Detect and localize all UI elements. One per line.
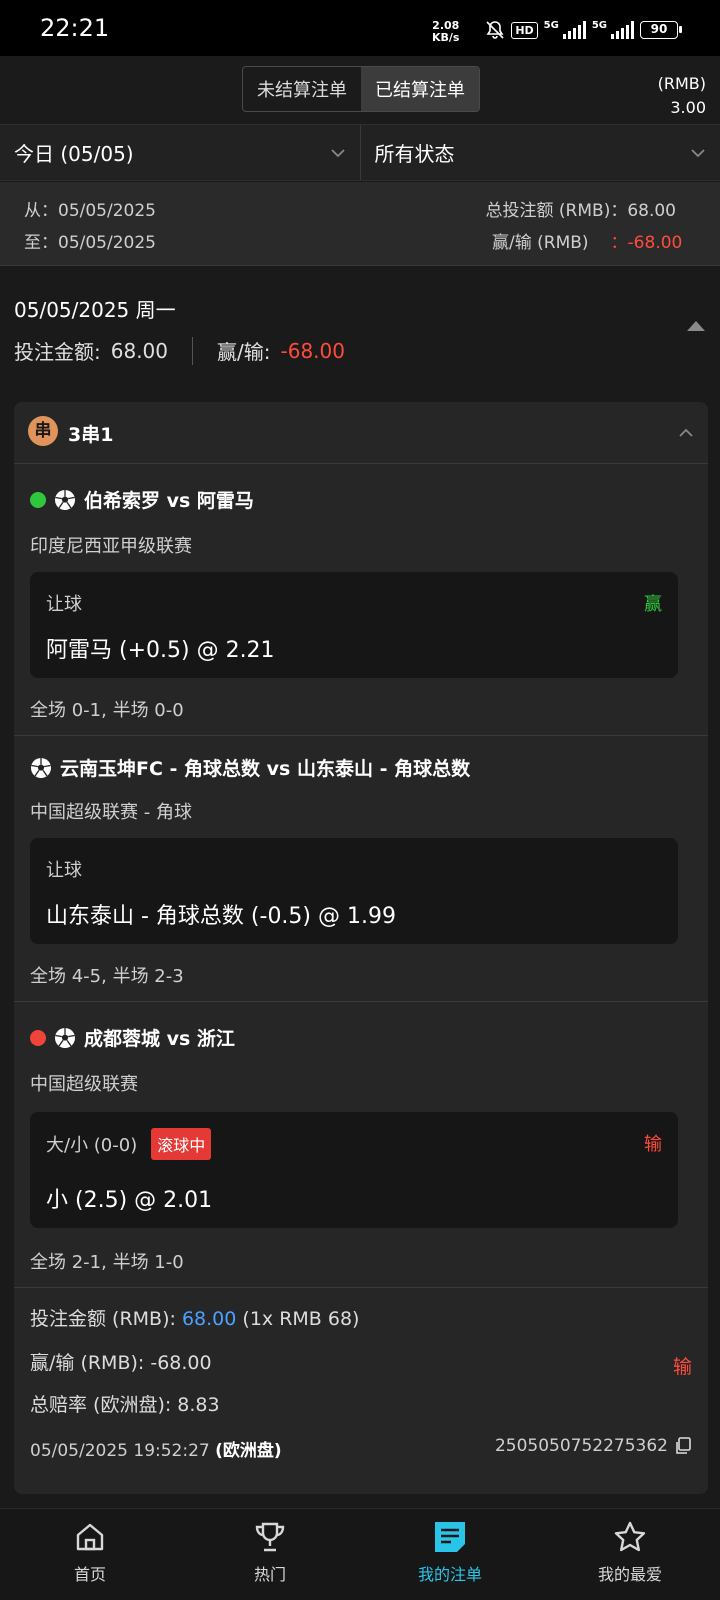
- balance-amount: 3.00: [670, 98, 706, 117]
- selection: 小 (2.5) @ 2.01: [46, 1188, 213, 1213]
- total-winloss: 赢/输 (RMB) ：-68.00: [492, 233, 683, 253]
- match-score: 全场 0-1, 半场 0-0: [30, 700, 184, 721]
- date-filter-label: 今日 (05/05): [14, 142, 134, 166]
- leg-result: 输: [644, 1134, 662, 1155]
- signal-icon: [611, 21, 634, 39]
- soccer-ball-icon: [31, 757, 51, 778]
- chevron-down-icon: [691, 148, 705, 157]
- soccer-ball-icon: [55, 489, 75, 510]
- market-name: 让球: [46, 860, 82, 881]
- settlement-toggle: 未结算注单 已结算注单: [242, 66, 480, 112]
- top-bar: 未结算注单 已结算注单 (RMB) 3.00: [0, 56, 720, 124]
- bet-timestamp: 05/05/2025 19:52:27 (欧洲盘): [30, 1441, 282, 1461]
- league-name: 中国超级联赛 - 角球: [30, 802, 192, 823]
- battery-icon: 90: [640, 21, 682, 39]
- balance: (RMB) 3.00: [658, 72, 706, 120]
- star-icon: [614, 1521, 646, 1552]
- bet-footer: 投注金额 (RMB): 68.00 (1x RMB 68) 赢/输 (RMB):…: [14, 1288, 708, 1494]
- bet-card: 串 3串1 伯希索罗 vs 阿雷马 印度尼西亚甲级联赛 让球 赢 阿雷马 (+0…: [14, 402, 708, 1494]
- summary-panel: 从：05/05/2025 至：05/05/2025 总投注额 (RMB)：68.…: [0, 182, 720, 266]
- nav-popular[interactable]: 热门: [180, 1509, 360, 1600]
- trophy-icon: [255, 1522, 285, 1552]
- clock: 22:21: [40, 14, 110, 42]
- collapse-triangle-icon[interactable]: [686, 320, 706, 332]
- tab-settled[interactable]: 已结算注单: [361, 67, 479, 111]
- bet-id: 2505050752275362: [495, 1436, 692, 1456]
- bet-winloss: 赢/输 (RMB): -68.00: [30, 1352, 212, 1374]
- selection: 阿雷马 (+0.5) @ 2.21: [46, 638, 275, 663]
- parlay-type: 3串1: [68, 424, 114, 446]
- status-dot: [30, 491, 46, 508]
- total-odds: 总赔率 (欧洲盘): 8.83: [30, 1394, 220, 1416]
- match-score: 全场 4-5, 半场 2-3: [30, 966, 184, 987]
- match-title: 成都蓉城 vs 浙江: [30, 1024, 235, 1051]
- bet-leg: 云南玉坤FC - 角球总数 vs 山东泰山 - 角球总数 中国超级联赛 - 角球…: [14, 736, 708, 1002]
- chevron-up-icon[interactable]: [678, 428, 694, 438]
- status-icons: HD 5G 5G 90: [485, 20, 682, 40]
- nav-home[interactable]: 首页: [0, 1509, 180, 1600]
- match-score: 全场 2-1, 半场 1-0: [30, 1252, 184, 1273]
- bet-result: 输: [672, 1356, 692, 1378]
- date-filter-dropdown[interactable]: 今日 (05/05): [0, 125, 360, 180]
- leg-result: 赢: [644, 594, 662, 615]
- nav-my-bets[interactable]: 我的注单: [360, 1509, 540, 1600]
- home-icon: [76, 1523, 104, 1551]
- parlay-badge: 串: [28, 416, 58, 446]
- chevron-down-icon: [330, 148, 345, 157]
- divider: [192, 336, 194, 365]
- selection-box: 大/小 (0-0) 滚球中 输 小 (2.5) @ 2.01: [30, 1112, 678, 1228]
- day-group-header[interactable]: 05/05/2025 周一 投注金额: 68.00 赢/输: -68.00: [0, 268, 720, 368]
- day-summary: 投注金额: 68.00 赢/输: -68.00: [14, 336, 345, 365]
- soccer-ball-icon: [55, 1027, 75, 1048]
- bet-leg: 伯希索罗 vs 阿雷马 印度尼西亚甲级联赛 让球 赢 阿雷马 (+0.5) @ …: [14, 464, 708, 736]
- bet-slip-icon: [435, 1522, 465, 1552]
- nav-favorites[interactable]: 我的最爱: [540, 1509, 720, 1600]
- network-speed: 2.08 KB/s: [432, 19, 460, 44]
- filter-bar: 今日 (05/05) 所有状态: [0, 124, 720, 181]
- date-to: 至：05/05/2025: [24, 233, 156, 253]
- day-date: 05/05/2025 周一: [14, 298, 176, 322]
- status-dot: [30, 1029, 46, 1046]
- bet-leg: 成都蓉城 vs 浙江 中国超级联赛 大/小 (0-0) 滚球中 输 小 (2.5…: [14, 1002, 708, 1288]
- match-title: 伯希索罗 vs 阿雷马: [30, 486, 254, 513]
- bet-stake: 投注金额 (RMB): 68.00 (1x RMB 68): [30, 1308, 360, 1330]
- market-name: 大/小 (0-0) 滚球中: [46, 1128, 212, 1160]
- hd-voice-icon: HD: [511, 21, 538, 39]
- market-name: 让球: [46, 594, 82, 615]
- selection-box: 让球 山东泰山 - 角球总数 (-0.5) @ 1.99: [30, 838, 678, 944]
- league-name: 中国超级联赛: [30, 1074, 138, 1095]
- live-badge: 滚球中: [151, 1128, 212, 1160]
- signal-icon: [562, 21, 586, 39]
- parlay-header[interactable]: 串 3串1: [14, 402, 708, 464]
- balance-currency: (RMB): [657, 74, 706, 93]
- match-title: 云南玉坤FC - 角球总数 vs 山东泰山 - 角球总数: [30, 754, 470, 781]
- status-filter-label: 所有状态: [374, 142, 455, 166]
- selection-box: 让球 赢 阿雷马 (+0.5) @ 2.21: [30, 572, 678, 678]
- selection: 山东泰山 - 角球总数 (-0.5) @ 1.99: [46, 904, 396, 929]
- copy-icon[interactable]: [674, 1437, 692, 1455]
- status-filter-dropdown[interactable]: 所有状态: [359, 125, 720, 180]
- bottom-nav: 首页 热门 我的注单 我的最爱: [0, 1508, 720, 1600]
- tab-unsettled[interactable]: 未结算注单: [243, 67, 361, 111]
- mute-bell-icon: [486, 21, 504, 39]
- status-bar: 22:21 2.08 KB/s HD 5G 5G 90: [0, 0, 720, 56]
- total-stake: 总投注额 (RMB)：68.00: [485, 201, 676, 221]
- date-from: 从：05/05/2025: [24, 201, 156, 221]
- league-name: 印度尼西亚甲级联赛: [30, 536, 192, 557]
